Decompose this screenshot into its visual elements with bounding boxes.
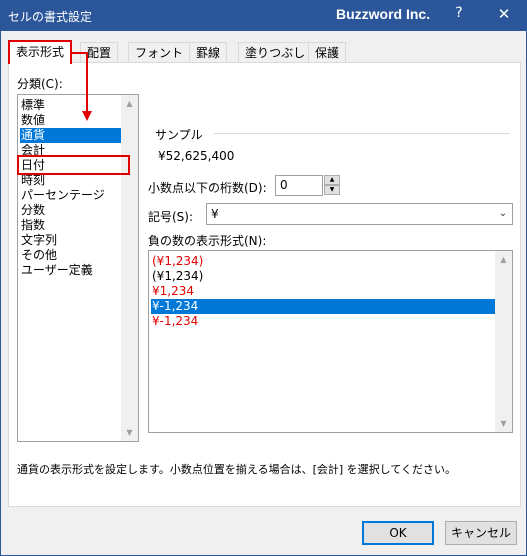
tab-number[interactable]: 表示形式 [8,40,73,64]
window-title: セルの書式設定 [8,10,93,24]
help-icon[interactable]: ? [449,5,469,21]
brand-label: Buzzword Inc. [336,6,431,22]
cancel-button[interactable]: キャンセル [445,521,517,545]
close-icon[interactable]: ✕ [494,5,514,23]
title-bar: セルの書式設定 Buzzword Inc. ? ✕ [0,0,527,31]
format-cells-dialog: 表示形式 配置 フォント 罫線 塗りつぶし 保護 分類(C): 標準 数値 通貨… [0,31,527,556]
annotation-arrow [71,52,92,121]
ok-button[interactable]: OK [362,521,434,545]
